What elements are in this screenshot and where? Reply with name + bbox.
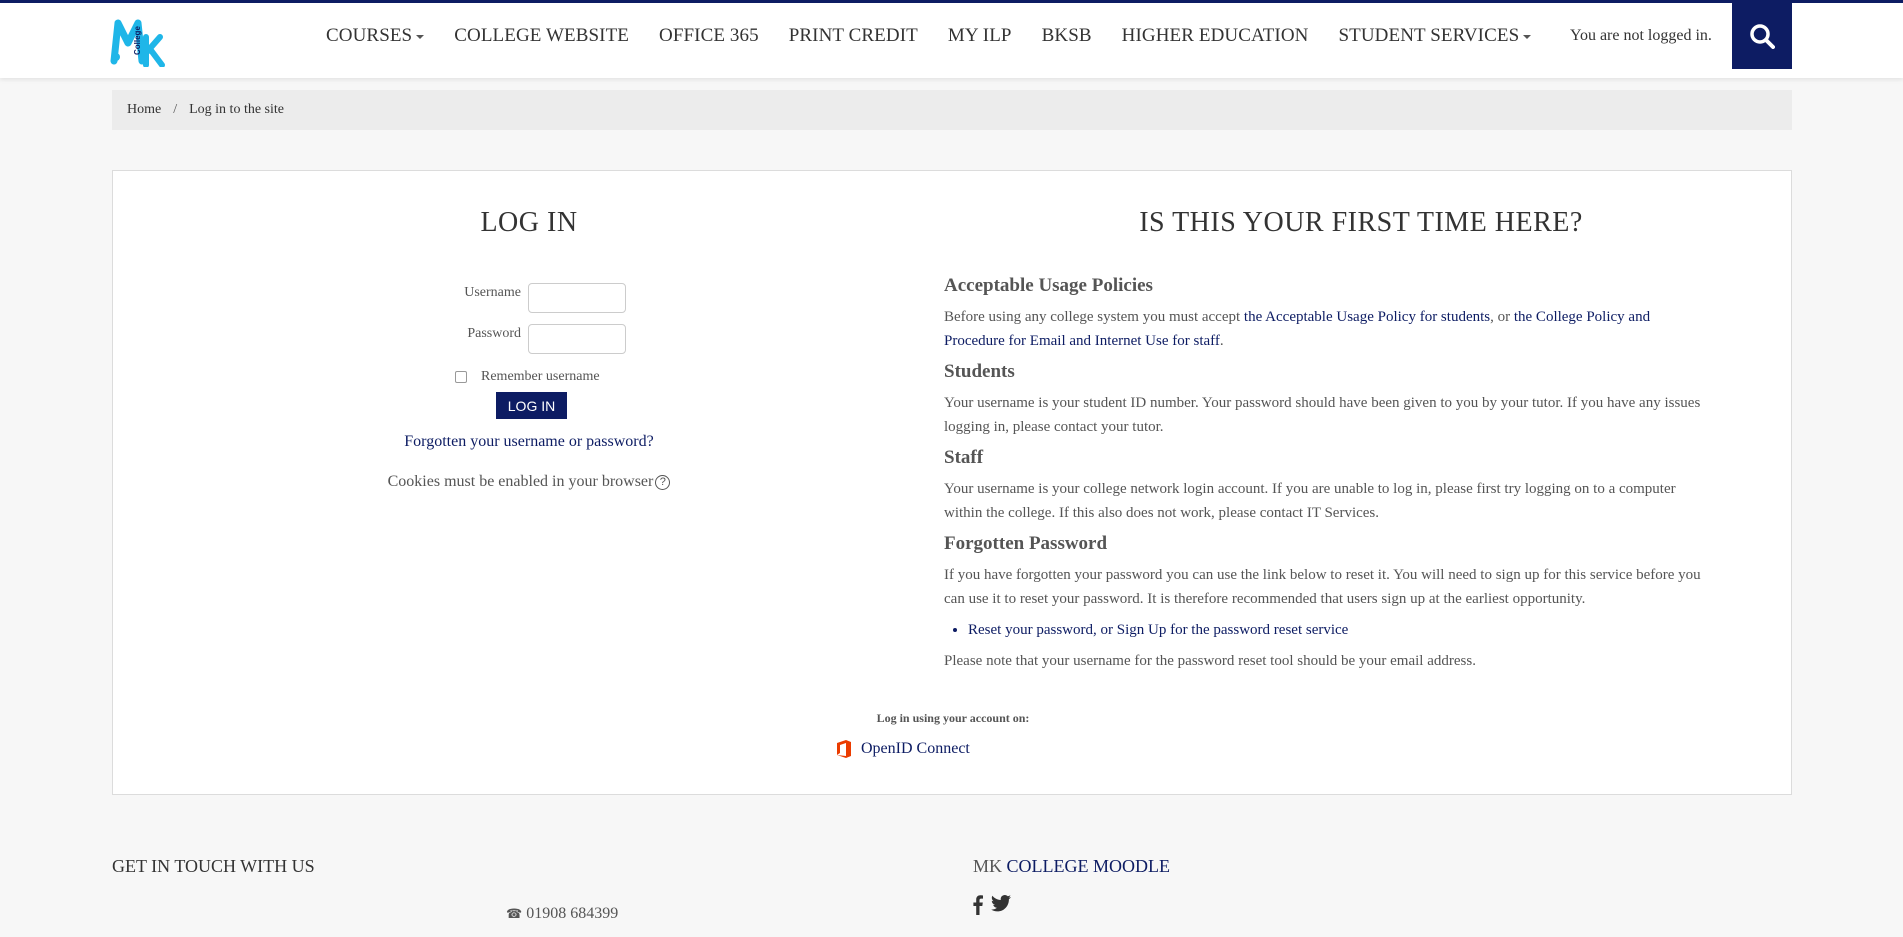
nav-bksb[interactable]: BKSB [1042, 25, 1092, 47]
staff-paragraph: Your username is your college network lo… [944, 481, 1676, 521]
nav-office-365[interactable]: OFFICE 365 [659, 25, 759, 47]
cookies-text: Cookies must be enabled in your browser [387, 473, 654, 490]
username-label: Username [464, 285, 521, 300]
aup-heading: Acceptable Usage Policies [944, 275, 1153, 296]
facebook-icon[interactable] [973, 895, 983, 915]
openid-connect-label: OpenID Connect [861, 740, 970, 757]
nav-my-ilp[interactable]: MY ILP [948, 25, 1012, 47]
breadcrumb: Home / Log in to the site [112, 90, 1792, 130]
password-input[interactable] [528, 324, 626, 354]
password-label: Password [467, 326, 521, 341]
office-365-icon [837, 740, 851, 758]
aup-paragraph: Before using any college system you must… [944, 309, 1651, 349]
reset-list: Reset your password, or Sign Up for the … [968, 619, 1714, 641]
phone-icon: ☎ [506, 906, 523, 921]
nav-college-website[interactable]: COLLEGE WEBSITE [454, 25, 629, 47]
breadcrumb-home[interactable]: Home [127, 102, 161, 118]
login-status: You are not logged in. [1570, 27, 1712, 44]
mk-college-logo[interactable]: College [110, 17, 168, 68]
students-paragraph: Your username is your student ID number.… [944, 395, 1701, 435]
openid-connect-link[interactable]: OpenID Connect [835, 739, 970, 759]
social-links [973, 895, 1011, 915]
phone-number: 01908 684399 [526, 905, 619, 922]
nav-student-services[interactable]: STUDENT SERVICES [1338, 25, 1532, 47]
aup-students-link[interactable]: the Acceptable Usage Policy for students [1244, 309, 1490, 325]
login-title: LOG IN [480, 207, 578, 238]
search-button[interactable] [1732, 3, 1792, 69]
forgotten-password-heading: Forgotten Password [944, 533, 1108, 554]
caret-down-icon [416, 35, 425, 39]
forgot-credentials-link[interactable]: Forgotten your username or password? [113, 433, 945, 451]
footer-phone: ☎ 01908 684399 [506, 905, 618, 923]
nav-print-credit[interactable]: PRINT CREDIT [789, 25, 918, 47]
note-paragraph: Please note that your username for the p… [944, 653, 1476, 669]
username-input[interactable] [528, 283, 626, 313]
breadcrumb-separator: / [173, 102, 178, 117]
cookies-notice: Cookies must be enabled in your browser? [113, 473, 945, 491]
oauth-title: Log in using your account on: [876, 711, 1030, 725]
staff-heading: Staff [944, 447, 984, 468]
caret-down-icon [1523, 35, 1532, 39]
twitter-icon[interactable] [991, 895, 1011, 915]
login-button[interactable]: LOG IN [496, 392, 567, 419]
breadcrumb-current: Log in to the site [189, 102, 284, 117]
help-icon[interactable]: ? [655, 474, 671, 490]
login-card: LOG IN Username Password Remember userna… [112, 170, 1792, 795]
nav-courses[interactable]: COURSES [326, 25, 425, 47]
remember-username: Remember username [455, 369, 600, 385]
forgotten-password-paragraph: If you have forgotten your password you … [944, 567, 1701, 607]
reset-password-link[interactable]: Reset your password, or Sign Up for the … [968, 619, 1714, 641]
footer-contact-title: GET IN TOUCH WITH US [112, 856, 315, 876]
top-navbar: College COURSES COLLEGE WEBSITE OFFICE 3… [0, 0, 1903, 78]
first-time-info: Acceptable Usage Policies Before using a… [944, 275, 1714, 677]
search-icon [1750, 24, 1775, 49]
main-nav: COURSES COLLEGE WEBSITE OFFICE 365 PRINT… [326, 25, 1561, 47]
nav-higher-education[interactable]: HIGHER EDUCATION [1122, 25, 1309, 47]
remember-username-checkbox[interactable] [455, 371, 467, 383]
students-heading: Students [944, 361, 1015, 382]
svg-text:College: College [133, 26, 142, 55]
first-time-title: IS THIS YOUR FIRST TIME HERE? [1139, 207, 1583, 238]
remember-username-label: Remember username [481, 369, 600, 384]
footer-moodle-title: MK COLLEGE MOODLE [973, 856, 1170, 876]
